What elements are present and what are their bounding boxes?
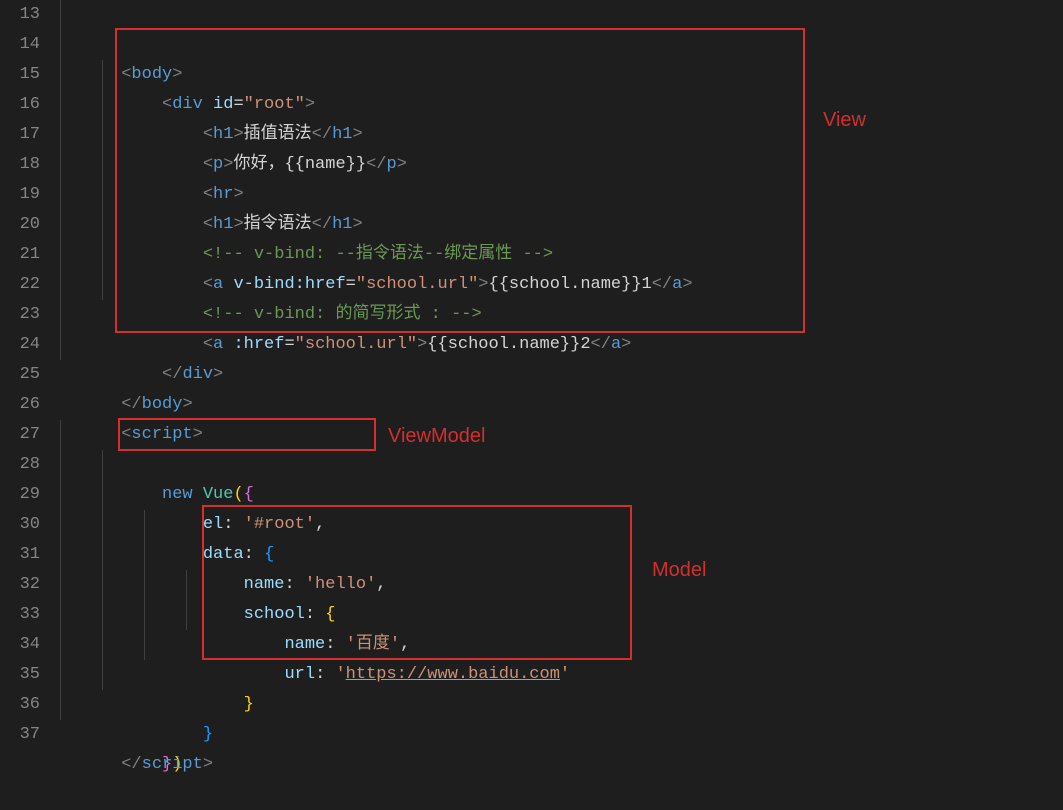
line-number: 21: [0, 240, 40, 270]
code-line[interactable]: <div id="root">: [60, 30, 1063, 60]
code-content-area[interactable]: <body> <div id="root"> <h1>插值语法</h1> <p>…: [60, 0, 1063, 751]
line-number: 28: [0, 450, 40, 480]
line-number: 37: [0, 720, 40, 750]
code-line[interactable]: <body>: [60, 0, 1063, 30]
line-number: 30: [0, 510, 40, 540]
line-number: 36: [0, 690, 40, 720]
code-line[interactable]: el: '#root',: [60, 450, 1063, 480]
line-number: 13: [0, 0, 40, 30]
line-number: 27: [0, 420, 40, 450]
line-number: 25: [0, 360, 40, 390]
view-annotation-label: View: [823, 105, 866, 135]
code-editor: 13 14 15 16 17 18 19 20 21 22 23 24 25 2…: [0, 0, 1063, 751]
line-number: 32: [0, 570, 40, 600]
line-number: 17: [0, 120, 40, 150]
line-number: 33: [0, 600, 40, 630]
line-number: 18: [0, 150, 40, 180]
line-number-gutter: 13 14 15 16 17 18 19 20 21 22 23 24 25 2…: [0, 0, 60, 751]
line-number: 19: [0, 180, 40, 210]
code-line[interactable]: new Vue({: [60, 420, 1063, 450]
line-number: 14: [0, 30, 40, 60]
line-number: 22: [0, 270, 40, 300]
code-line[interactable]: <script>: [60, 390, 1063, 420]
line-number: 29: [0, 480, 40, 510]
line-number: 26: [0, 390, 40, 420]
line-number: 16: [0, 90, 40, 120]
line-number: 35: [0, 660, 40, 690]
line-number: 20: [0, 210, 40, 240]
line-number: 31: [0, 540, 40, 570]
line-number: 15: [0, 60, 40, 90]
code-line[interactable]: <h1>插值语法</h1>: [60, 60, 1063, 90]
viewmodel-annotation-label: ViewModel: [388, 421, 485, 451]
line-number: 34: [0, 630, 40, 660]
line-number: 23: [0, 300, 40, 330]
line-number: 24: [0, 330, 40, 360]
model-annotation-label: Model: [652, 555, 706, 585]
